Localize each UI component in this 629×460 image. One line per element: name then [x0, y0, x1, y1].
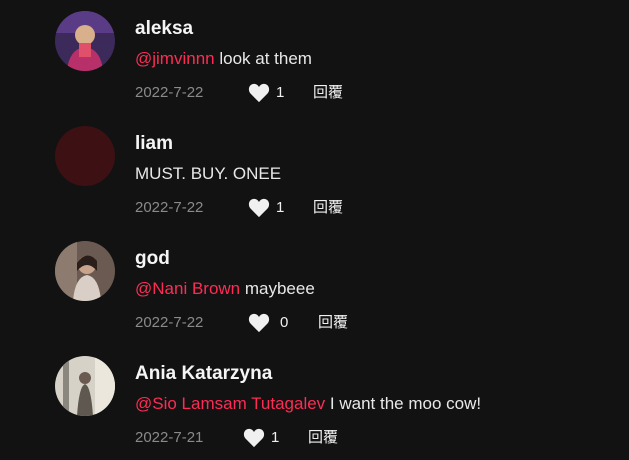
- comment-body: MUST. BUY. ONEE: [135, 164, 282, 183]
- comment-item: Ania Katarzyna @Sio Lamsam Tutagalev I w…: [0, 345, 629, 460]
- comment-username[interactable]: god: [135, 248, 170, 270]
- heart-icon: [243, 428, 265, 448]
- like-button[interactable]: 1: [248, 83, 284, 103]
- comment-username[interactable]: liam: [135, 133, 173, 155]
- comment-date: 2022-7-22: [135, 314, 204, 331]
- comment-text: MUST. BUY. ONEE: [135, 164, 281, 184]
- like-button[interactable]: 1: [243, 428, 279, 448]
- comment-item: god @Nani Brown maybeee 2022-7-22 0 回覆: [0, 230, 629, 345]
- reply-button[interactable]: 回覆: [308, 428, 338, 448]
- like-count: 1: [276, 84, 285, 101]
- comment-date: 2022-7-21: [135, 429, 204, 446]
- reply-button[interactable]: 回覆: [313, 198, 343, 218]
- comment-mention[interactable]: @Sio Lamsam Tutagalev: [135, 394, 325, 413]
- reply-button[interactable]: 回覆: [313, 83, 343, 103]
- comment-body: I want the moo cow!: [325, 394, 482, 413]
- comment-item: liam MUST. BUY. ONEE 2022-7-22 1 回覆: [0, 115, 629, 230]
- comment-text: @Sio Lamsam Tutagalev I want the moo cow…: [135, 394, 481, 414]
- heart-icon: [248, 198, 270, 218]
- comment-mention[interactable]: @Nani Brown: [135, 279, 240, 298]
- comment-date: 2022-7-22: [135, 84, 204, 101]
- like-button[interactable]: 1: [248, 198, 284, 218]
- comment-text: @jimvinnn look at them: [135, 49, 312, 69]
- comment-mention[interactable]: @jimvinnn: [135, 49, 215, 68]
- comment-list: aleksa @jimvinnn look at them 2022-7-22 …: [0, 0, 629, 459]
- avatar[interactable]: [55, 241, 115, 301]
- comment-date: 2022-7-22: [135, 199, 204, 216]
- comment-text: @Nani Brown maybeee: [135, 279, 315, 299]
- avatar[interactable]: [55, 11, 115, 71]
- like-button[interactable]: 0: [248, 313, 288, 333]
- reply-button[interactable]: 回覆: [318, 313, 348, 333]
- avatar[interactable]: [55, 356, 115, 416]
- comment-item: aleksa @jimvinnn look at them 2022-7-22 …: [0, 0, 629, 115]
- heart-icon: [248, 313, 270, 333]
- like-count: 0: [280, 314, 289, 331]
- like-count: 1: [271, 429, 280, 446]
- comment-body: look at them: [214, 49, 312, 68]
- comment-username[interactable]: aleksa: [135, 18, 193, 40]
- comment-body: maybeee: [240, 279, 315, 298]
- heart-icon: [248, 83, 270, 103]
- avatar[interactable]: [55, 126, 115, 186]
- like-count: 1: [276, 199, 285, 216]
- comment-username[interactable]: Ania Katarzyna: [135, 363, 272, 385]
